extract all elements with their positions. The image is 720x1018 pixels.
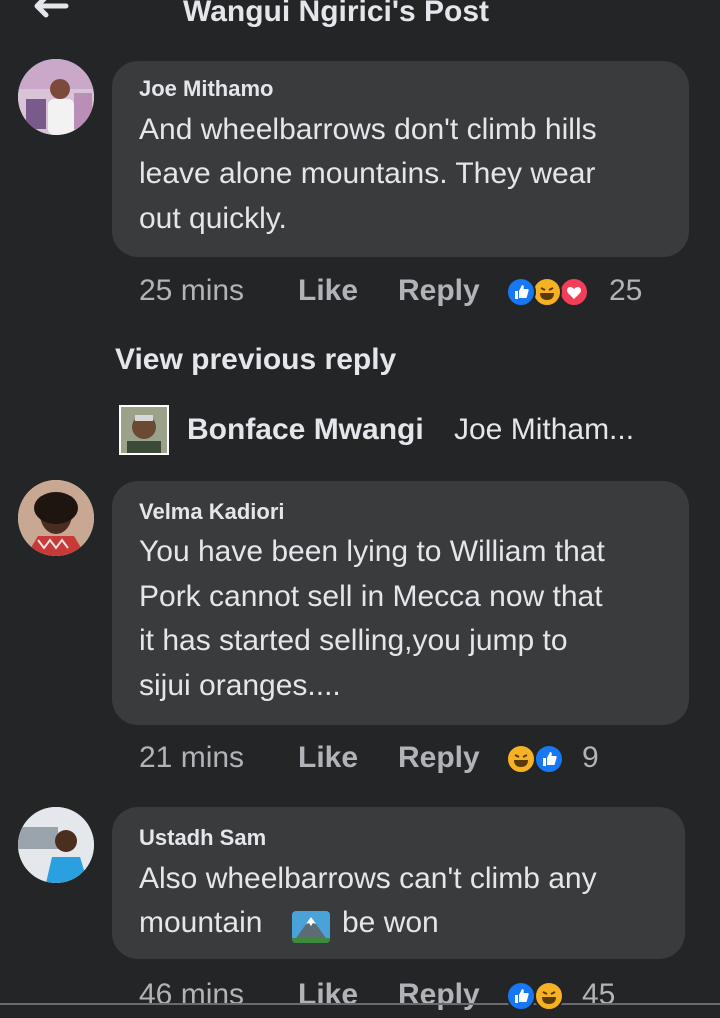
comment-bubble[interactable]: Velma Kadiori You have been lying to Wil…	[112, 481, 689, 725]
reaction-count[interactable]: 25	[609, 274, 642, 308]
love-reaction-icon[interactable]	[559, 277, 589, 307]
comment-text-line: be won	[342, 906, 439, 939]
comment-bubble[interactable]: Joe Mithamo And wheelbarrows don't climb…	[112, 61, 689, 257]
comment-text-line: sijui oranges....	[139, 669, 341, 702]
comment-time: 21 mins	[139, 741, 245, 774]
comment-text-line: out quickly.	[139, 202, 287, 235]
comment-actions: 46 mins Like Reply 45	[139, 978, 679, 1018]
haha-reaction-icon[interactable]	[532, 277, 562, 307]
avatar-ustadh-sam[interactable]	[18, 807, 94, 883]
reply-preview[interactable]: Bonface Mwangi Joe Mitham...	[119, 405, 679, 457]
avatar-bonface-mwangi[interactable]	[119, 405, 169, 455]
reaction-count[interactable]: 9	[582, 741, 599, 775]
bottom-divider	[0, 1003, 720, 1005]
like-reaction-icon[interactable]	[534, 744, 564, 774]
like-button[interactable]: Like	[298, 978, 358, 1012]
like-reaction-icon[interactable]	[506, 277, 536, 307]
comment-text-line: mountain	[139, 906, 263, 939]
comment-author[interactable]: Velma Kadiori	[139, 499, 285, 525]
like-reaction-icon[interactable]	[506, 981, 536, 1011]
comment-text-line: Also wheelbarrows can't climb any	[139, 862, 597, 895]
view-previous-reply-link[interactable]: View previous reply	[115, 343, 396, 377]
page-title: Wangui Ngirici's Post	[183, 0, 490, 28]
like-button[interactable]: Like	[298, 741, 358, 775]
reaction-count[interactable]: 45	[582, 978, 615, 1012]
avatar-velma-kadiori[interactable]	[18, 480, 94, 556]
comment-text-line: leave alone mountains. They wear	[139, 157, 596, 190]
comment-actions: 21 mins Like Reply 9	[139, 741, 679, 781]
comment-text-line: And wheelbarrows don't climb hills	[139, 113, 597, 146]
reply-snippet: Joe Mitham...	[454, 413, 635, 446]
back-arrow-icon[interactable]	[28, 0, 70, 24]
haha-reaction-icon[interactable]	[506, 744, 536, 774]
reply-button[interactable]: Reply	[398, 741, 480, 775]
reply-button[interactable]: Reply	[398, 274, 480, 308]
haha-reaction-icon[interactable]	[534, 981, 564, 1011]
comment-text-line: Pork cannot sell in Mecca now that	[139, 580, 603, 613]
comment-time: 46 mins	[139, 978, 245, 1011]
post-header: Wangui Ngirici's Post	[0, 0, 720, 36]
comment-time: 25 mins	[139, 274, 245, 307]
mountain-emoji-icon	[292, 911, 330, 943]
reply-button[interactable]: Reply	[398, 978, 480, 1012]
avatar-joe-mithamo[interactable]	[18, 59, 94, 135]
comment-actions: 25 mins Like Reply 25	[139, 274, 679, 314]
comment-author[interactable]: Joe Mithamo	[139, 76, 273, 102]
comment-text-line: You have been lying to William that	[139, 535, 605, 568]
like-button[interactable]: Like	[298, 274, 358, 308]
comment-text-line: it has started selling,you jump to	[139, 624, 568, 657]
comment-bubble[interactable]: Ustadh Sam Also wheelbarrows can't climb…	[112, 807, 685, 959]
comment-author[interactable]: Ustadh Sam	[139, 825, 266, 851]
reply-author[interactable]: Bonface Mwangi	[187, 413, 424, 447]
